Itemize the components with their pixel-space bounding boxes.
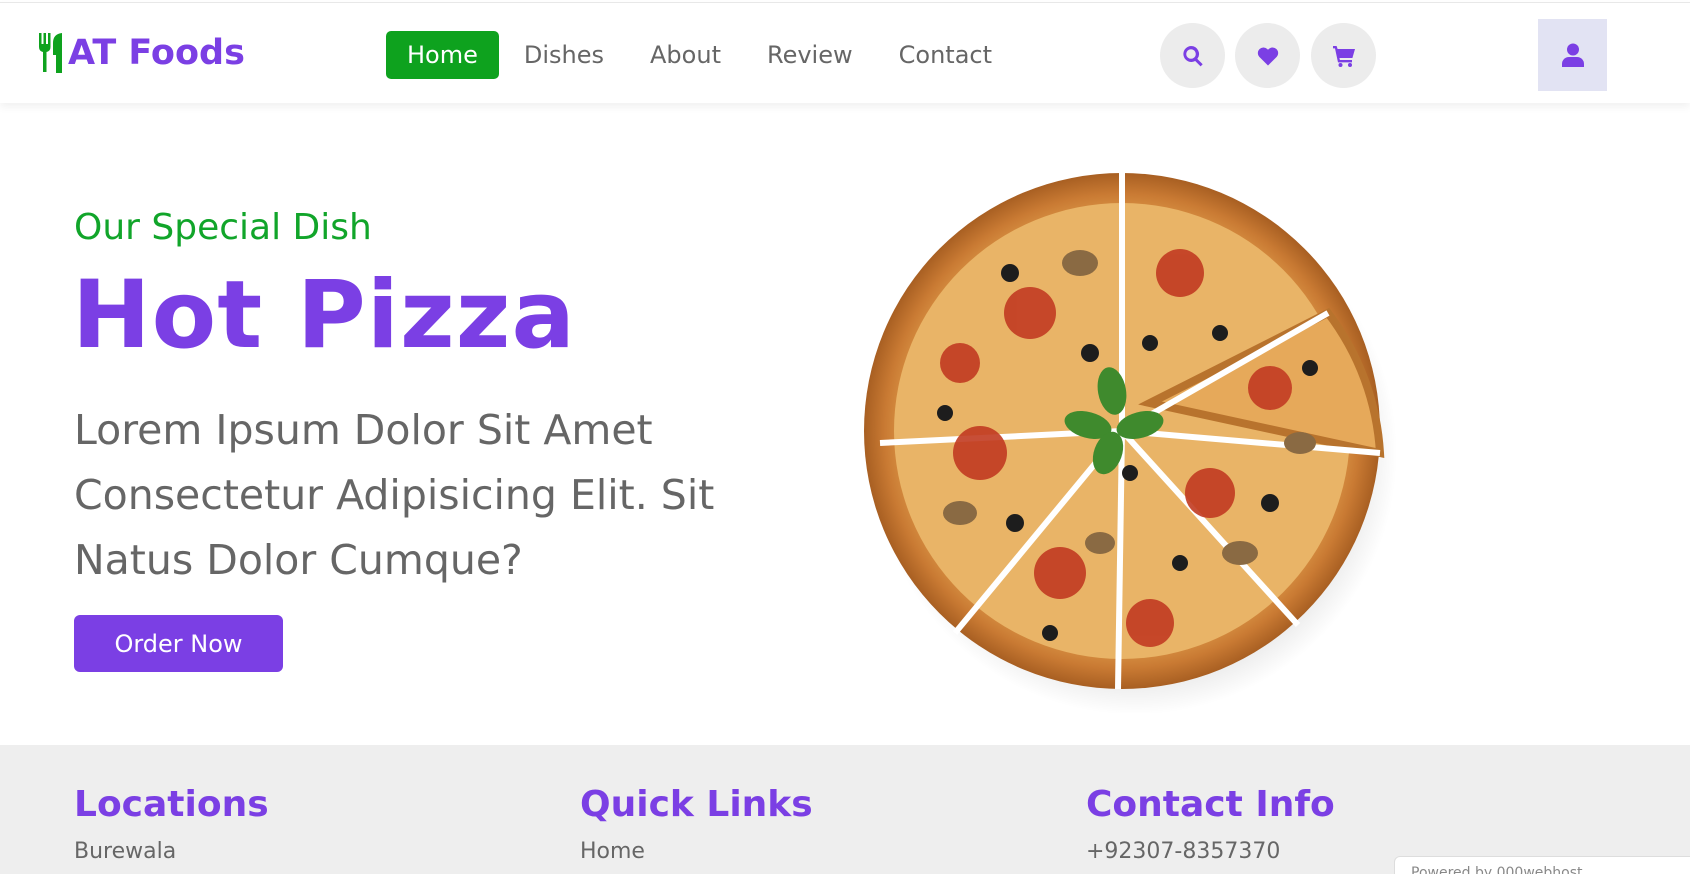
nav-review[interactable]: Review xyxy=(746,31,874,79)
brand-name: AT Foods xyxy=(68,33,245,73)
contact-info-heading: Contact Info xyxy=(1086,784,1335,825)
cart-button[interactable] xyxy=(1311,23,1376,88)
site-footer: Locations Burewala Quick Links Home Cont… xyxy=(0,745,1690,874)
hero-description: Lorem Ipsum Dolor Sit Amet Consectetur A… xyxy=(74,406,715,584)
footer-quick-links: Quick Links Home xyxy=(580,784,813,864)
location-item[interactable]: Burewala xyxy=(74,839,269,864)
footer-locations: Locations Burewala xyxy=(74,784,269,864)
quick-links-heading: Quick Links xyxy=(580,784,813,825)
utensils-icon xyxy=(39,33,62,73)
locations-heading: Locations xyxy=(74,784,269,825)
brand-logo[interactable]: AT Foods xyxy=(36,31,245,75)
quick-link-home[interactable]: Home xyxy=(580,839,813,864)
search-button[interactable] xyxy=(1160,23,1225,88)
contact-phone[interactable]: +92307-8357370 xyxy=(1086,839,1335,864)
nav-contact[interactable]: Contact xyxy=(878,31,1013,79)
nav-about[interactable]: About xyxy=(629,31,742,79)
user-icon xyxy=(1561,43,1584,67)
site-header: AT Foods Home Dishes About Review Contac… xyxy=(0,2,1690,103)
pizza-image xyxy=(864,173,1397,713)
hero-subtitle: Our Special Dish xyxy=(74,207,372,248)
nav-dishes[interactable]: Dishes xyxy=(503,31,625,79)
hero-title: Hot Pizza xyxy=(72,261,576,370)
hero-section: Our Special Dish Hot Pizza Lorem Ipsum D… xyxy=(0,103,1690,745)
hosting-badge[interactable]: Powered by 000webhost xyxy=(1394,856,1690,874)
search-icon xyxy=(1182,45,1203,66)
main-nav: Home Dishes About Review Contact xyxy=(386,31,1017,79)
heart-icon xyxy=(1257,47,1278,65)
account-button[interactable] xyxy=(1538,19,1607,91)
wishlist-button[interactable] xyxy=(1235,23,1300,88)
cart-icon xyxy=(1332,45,1355,67)
footer-contact-info: Contact Info +92307-8357370 xyxy=(1086,784,1335,864)
nav-home[interactable]: Home xyxy=(386,31,499,79)
order-now-button[interactable]: Order Now xyxy=(74,615,283,672)
